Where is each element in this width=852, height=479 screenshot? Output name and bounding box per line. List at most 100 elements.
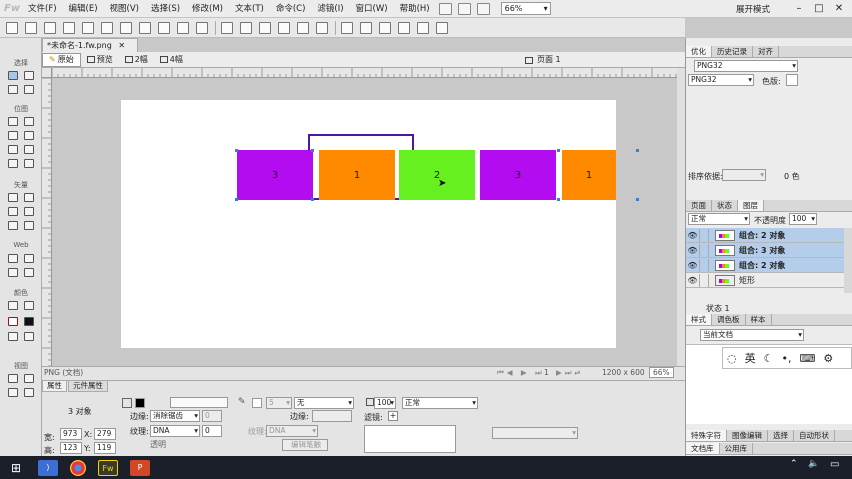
stroke-swatch[interactable]: [252, 398, 262, 408]
selection-handle[interactable]: [311, 198, 314, 201]
rotate-right-icon[interactable]: [398, 21, 410, 34]
hand-tool-icon[interactable]: [8, 388, 18, 397]
fill-swatch[interactable]: [135, 398, 145, 408]
view-preview-button[interactable]: 预览: [81, 52, 119, 68]
page-selector[interactable]: 页面 1: [525, 52, 590, 68]
zoom-tool-icon[interactable]: [24, 388, 34, 397]
subselect-tool-icon[interactable]: [24, 71, 34, 80]
copy-icon[interactable]: [177, 21, 189, 34]
powerpoint-icon[interactable]: P: [130, 459, 150, 476]
layout-icon[interactable]: [438, 2, 452, 15]
freeform-tool-icon[interactable]: [8, 221, 18, 230]
zoom-icon[interactable]: [476, 2, 490, 15]
tab-common-library[interactable]: 公用库: [720, 443, 753, 454]
tab-close-icon[interactable]: ✕: [118, 41, 125, 50]
screen-mode-icon[interactable]: [8, 374, 18, 383]
moon-icon[interactable]: ☾: [764, 352, 774, 365]
tab-palette[interactable]: 调色板: [712, 314, 746, 325]
texture-select[interactable]: DNA: [150, 425, 200, 437]
keyboard-icon[interactable]: ⌨: [799, 352, 815, 365]
layer-row[interactable]: 👁 组合: 3 对象: [686, 243, 844, 258]
menu-modify[interactable]: 修改(M): [186, 0, 229, 18]
edit-stroke-button[interactable]: 编辑笔触: [282, 439, 328, 451]
text-tool-icon[interactable]: [24, 207, 34, 216]
tab-optimize[interactable]: 优化: [686, 46, 712, 57]
redo-icon[interactable]: [139, 21, 151, 34]
ime-logo-icon[interactable]: ◌: [727, 352, 737, 365]
tab-special-chars[interactable]: 特殊字符: [686, 430, 727, 441]
ungroup-icon[interactable]: [240, 21, 252, 34]
stroke-texture-select[interactable]: DNA: [266, 425, 318, 437]
punctuation-icon[interactable]: •,: [781, 352, 791, 365]
layer-row[interactable]: 👁 组合: 2 对象: [686, 258, 844, 273]
menu-commands[interactable]: 命令(C): [270, 0, 312, 18]
lasso-tool-icon[interactable]: [24, 117, 34, 126]
save-icon[interactable]: [25, 21, 37, 34]
texture-amount[interactable]: 0: [202, 425, 222, 437]
eye-icon[interactable]: 👁: [686, 246, 699, 255]
fill-options-icon[interactable]: [170, 397, 228, 408]
gear-icon[interactable]: ⚙: [823, 352, 833, 365]
canvas-box-5[interactable]: 1: [562, 150, 616, 200]
brush-tool-icon[interactable]: [24, 131, 34, 140]
layers-scrollbar[interactable]: [844, 228, 852, 293]
eye-icon[interactable]: 👁: [686, 261, 699, 270]
tab-properties[interactable]: 属性: [42, 381, 67, 392]
height-field[interactable]: 123: [60, 442, 82, 454]
lock-toggle[interactable]: [699, 228, 709, 242]
stroke-color-icon[interactable]: [8, 317, 18, 326]
edge-select[interactable]: 消除锯齿: [150, 410, 200, 422]
paste-icon[interactable]: [196, 21, 208, 34]
marquee-tool-icon[interactable]: [8, 117, 18, 126]
tab-styles[interactable]: 样式: [686, 314, 712, 325]
menu-edit[interactable]: 编辑(E): [63, 0, 104, 18]
tab-history[interactable]: 历史记录: [712, 46, 753, 57]
menu-select[interactable]: 选择(S): [145, 0, 186, 18]
layer-row[interactable]: 👁 矩形: [686, 273, 844, 288]
cut-icon[interactable]: [158, 21, 170, 34]
swap-colors-icon[interactable]: [24, 332, 34, 341]
tab-auto-shapes[interactable]: 自动形状: [794, 430, 835, 441]
distribute-icon[interactable]: [360, 21, 372, 34]
zoom-select[interactable]: 66%: [500, 2, 551, 15]
fullscreen-mode-icon[interactable]: [24, 374, 34, 383]
extra-select[interactable]: [492, 427, 578, 439]
tab-symbol-properties[interactable]: 元件属性: [68, 381, 108, 392]
tab-layers[interactable]: 图层: [738, 200, 764, 211]
selection-handle[interactable]: [235, 149, 238, 152]
stroke-type-select[interactable]: 无: [294, 397, 354, 409]
flip-v-icon[interactable]: [436, 21, 448, 34]
knife-tool-icon[interactable]: [24, 221, 34, 230]
hotspot-tool-icon[interactable]: [8, 254, 18, 263]
filters-list[interactable]: [364, 425, 456, 453]
eraser-tool-icon[interactable]: [24, 145, 34, 154]
undo-icon[interactable]: [120, 21, 132, 34]
tab-states[interactable]: 状态: [712, 200, 738, 211]
volume-icon[interactable]: 🔈: [808, 459, 819, 469]
lock-toggle[interactable]: [699, 258, 709, 272]
x-field[interactable]: 279: [94, 428, 116, 440]
align-icon[interactable]: [341, 21, 353, 34]
width-field[interactable]: 973: [60, 428, 82, 440]
fireworks-icon[interactable]: Fw: [98, 459, 118, 476]
menu-view[interactable]: 视图(V): [104, 0, 145, 18]
hide-slices-icon[interactable]: [8, 268, 18, 277]
minimize-button[interactable]: –: [790, 0, 808, 18]
default-colors-icon[interactable]: [8, 332, 18, 341]
layer-opacity-field[interactable]: 100: [789, 213, 817, 225]
tab-image-edit[interactable]: 图像编辑: [727, 430, 768, 441]
tray-arrow-icon[interactable]: ⌃: [790, 459, 798, 469]
view-4up-button[interactable]: 4幅: [154, 52, 189, 68]
send-back-icon[interactable]: [316, 21, 328, 34]
y-field[interactable]: 119: [94, 442, 116, 454]
export-preset-select[interactable]: PNG32: [694, 60, 798, 72]
selection-handle[interactable]: [636, 149, 639, 152]
sort-select[interactable]: [722, 169, 766, 181]
opacity-field[interactable]: 100: [374, 397, 396, 409]
stroke-edge-field[interactable]: [312, 410, 352, 422]
canvas-vertical-scrollbar[interactable]: [677, 68, 685, 368]
stroke-size[interactable]: 5: [266, 397, 292, 409]
export-format-select[interactable]: PNG32: [688, 74, 754, 86]
open-icon[interactable]: [44, 21, 56, 34]
hand-icon[interactable]: [457, 2, 471, 15]
